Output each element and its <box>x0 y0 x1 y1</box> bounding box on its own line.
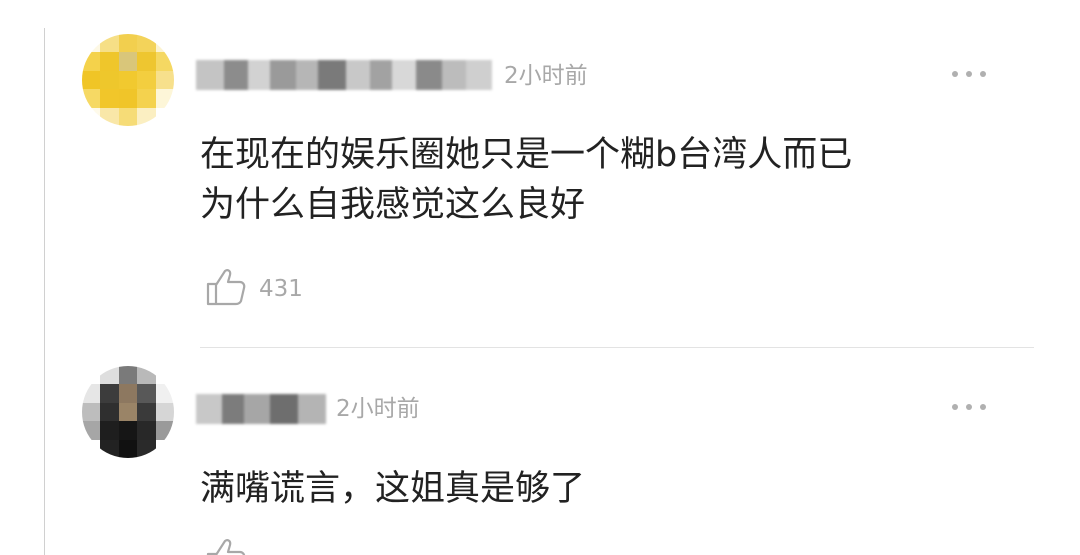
comment-divider <box>200 347 1034 348</box>
thumbs-up-icon <box>205 266 247 312</box>
comment-text-line: 在现在的娱乐圈她只是一个糊b台湾人而已 <box>200 135 853 175</box>
avatar[interactable] <box>82 366 174 458</box>
like-button[interactable]: 431 <box>205 266 303 312</box>
username-redacted[interactable] <box>196 394 326 424</box>
like-button[interactable] <box>205 536 247 555</box>
left-edge-rule <box>44 28 45 555</box>
comment-text: 满嘴谎言，这姐真是够了 <box>200 464 585 514</box>
comment-text: 在现在的娱乐圈她只是一个糊b台湾人而已 为什么自我感觉这么良好 <box>200 130 852 230</box>
comment-text-line: 为什么自我感觉这么良好 <box>200 185 586 225</box>
comment-timestamp: 2小时前 <box>504 63 588 89</box>
more-dots-icon[interactable] <box>952 64 986 84</box>
comment-text-line: 满嘴谎言，这姐真是够了 <box>200 469 586 509</box>
username-redacted[interactable] <box>196 60 492 90</box>
more-dots-icon[interactable] <box>952 397 986 417</box>
comment-timestamp: 2小时前 <box>336 396 420 422</box>
like-count: 431 <box>259 276 303 302</box>
comment-list: 2小时前 在现在的娱乐圈她只是一个糊b台湾人而已 为什么自我感觉这么良好 431 <box>0 0 1080 555</box>
avatar[interactable] <box>82 34 174 126</box>
thumbs-up-icon <box>205 536 247 555</box>
